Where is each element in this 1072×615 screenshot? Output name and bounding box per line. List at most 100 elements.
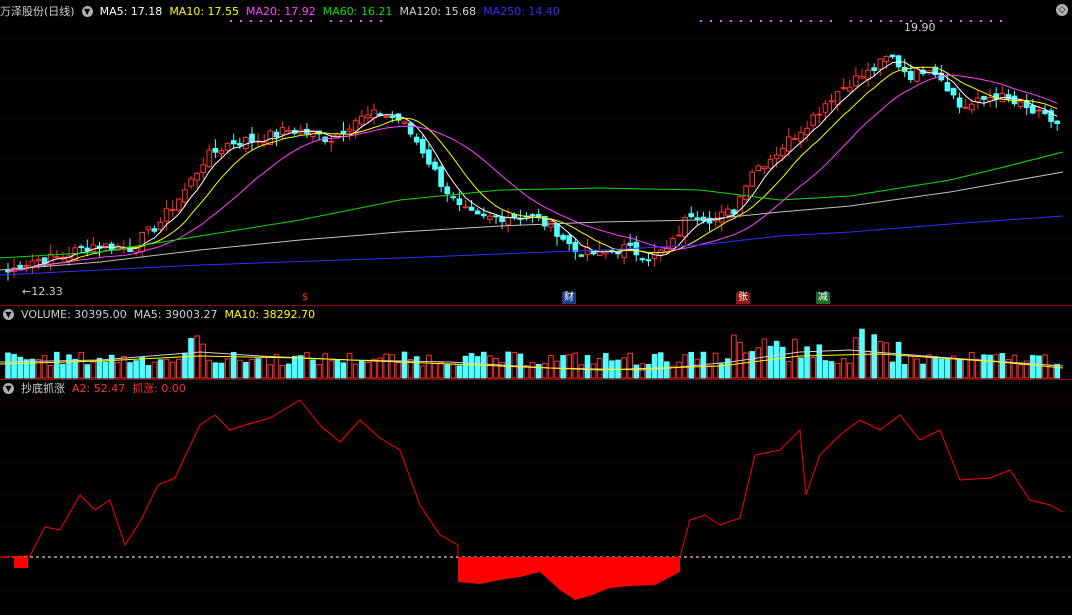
volume-bar — [261, 356, 267, 379]
volume-bar — [255, 358, 261, 379]
volume-bar — [554, 360, 560, 379]
volume-bar — [450, 363, 457, 379]
candle-body — [810, 114, 817, 126]
volume-bar — [41, 355, 48, 379]
volume-bar — [127, 362, 133, 379]
volume-bar — [78, 352, 85, 379]
candle-body — [749, 171, 756, 187]
signal-dot — [980, 20, 982, 22]
candle-body — [1042, 110, 1048, 114]
signal-dot — [800, 20, 802, 22]
volume-bar — [786, 360, 792, 379]
volume-bar — [340, 362, 347, 379]
low-price-label: ←12.33 — [22, 285, 63, 298]
volume-bar — [224, 358, 231, 379]
signal-dot — [870, 20, 872, 22]
event-marker-rise[interactable]: 张 — [736, 292, 750, 304]
volume-bar — [304, 352, 310, 379]
candle-body — [389, 115, 396, 119]
candle-body — [847, 86, 853, 92]
volume-bar — [749, 351, 756, 379]
candle-body — [426, 149, 432, 165]
candle-body — [359, 115, 365, 125]
volume-bar — [139, 356, 145, 379]
signal-dot — [360, 20, 362, 22]
volume-bar — [151, 361, 158, 379]
event-marker-reduce[interactable]: 减 — [816, 292, 830, 304]
candle-body — [828, 100, 835, 103]
volume-bar — [572, 352, 579, 379]
candle-body — [273, 131, 280, 138]
volume-bar — [298, 355, 304, 379]
candle-body — [694, 217, 701, 221]
candle-body — [639, 258, 646, 261]
volume-bar — [920, 363, 926, 379]
volume-bar — [1030, 355, 1036, 379]
volume-bar — [487, 355, 493, 379]
candle-body — [792, 137, 798, 140]
candle-body — [1036, 109, 1042, 112]
candle-body — [139, 231, 145, 252]
candle-body — [761, 166, 768, 170]
volume-bar — [115, 362, 121, 379]
signal-dot — [940, 20, 942, 22]
signal-dot — [810, 20, 812, 22]
volume-bar — [773, 340, 780, 379]
candle-body — [438, 166, 444, 187]
kline-chart[interactable] — [0, 0, 1072, 615]
candle-body — [493, 215, 499, 218]
volume-bar — [871, 334, 878, 379]
candle-body — [908, 71, 914, 81]
signal-dot — [710, 20, 712, 22]
volume-bar — [664, 361, 670, 379]
event-marker-dividend[interactable]: $ — [300, 292, 310, 304]
candle-body — [1017, 101, 1024, 107]
volume-bar — [901, 363, 908, 379]
candle-body — [725, 208, 731, 216]
volume-bar — [334, 359, 341, 379]
volume-bar — [188, 338, 194, 379]
volume-bar — [798, 357, 804, 379]
volume-bar — [822, 360, 829, 379]
candle-body — [572, 241, 579, 253]
candle-body — [737, 196, 743, 217]
volume-bar — [310, 359, 316, 379]
volume-bar — [792, 338, 798, 379]
ma5-line — [7, 61, 1058, 273]
event-marker-finance[interactable]: 财 — [562, 292, 576, 304]
volume-bar — [810, 356, 817, 379]
candle-body — [365, 114, 371, 119]
volume-bar — [694, 358, 701, 379]
volume-bar — [926, 354, 932, 379]
signal-dot — [280, 20, 282, 22]
volume-bar — [395, 362, 402, 379]
candle-body — [950, 87, 957, 96]
volume-bar — [932, 356, 939, 379]
signal-dot — [880, 20, 882, 22]
candle-body — [218, 150, 225, 155]
candle-body — [1011, 95, 1018, 105]
candle-body — [151, 228, 158, 232]
volume-bar — [877, 341, 884, 379]
volume-bar — [249, 358, 255, 379]
volume-bar — [200, 343, 206, 379]
signal-dot — [250, 20, 252, 22]
volume-bar — [548, 354, 554, 379]
candle-body — [78, 246, 85, 249]
volume-bar — [883, 342, 890, 379]
candle-body — [237, 143, 243, 146]
volume-bar — [944, 357, 951, 379]
signal-dot — [270, 20, 272, 22]
volume-bar — [853, 337, 859, 379]
volume-bar — [218, 362, 225, 379]
candle-body — [670, 238, 676, 249]
candle-body — [627, 242, 634, 246]
candle-body — [834, 91, 841, 106]
volume-bar — [865, 350, 871, 379]
volume-bar — [157, 359, 164, 379]
volume-bar — [66, 354, 72, 379]
signal-dot — [890, 20, 892, 22]
volume-bar — [993, 354, 1000, 379]
candle-body — [975, 97, 981, 103]
signal-dot — [830, 20, 832, 22]
